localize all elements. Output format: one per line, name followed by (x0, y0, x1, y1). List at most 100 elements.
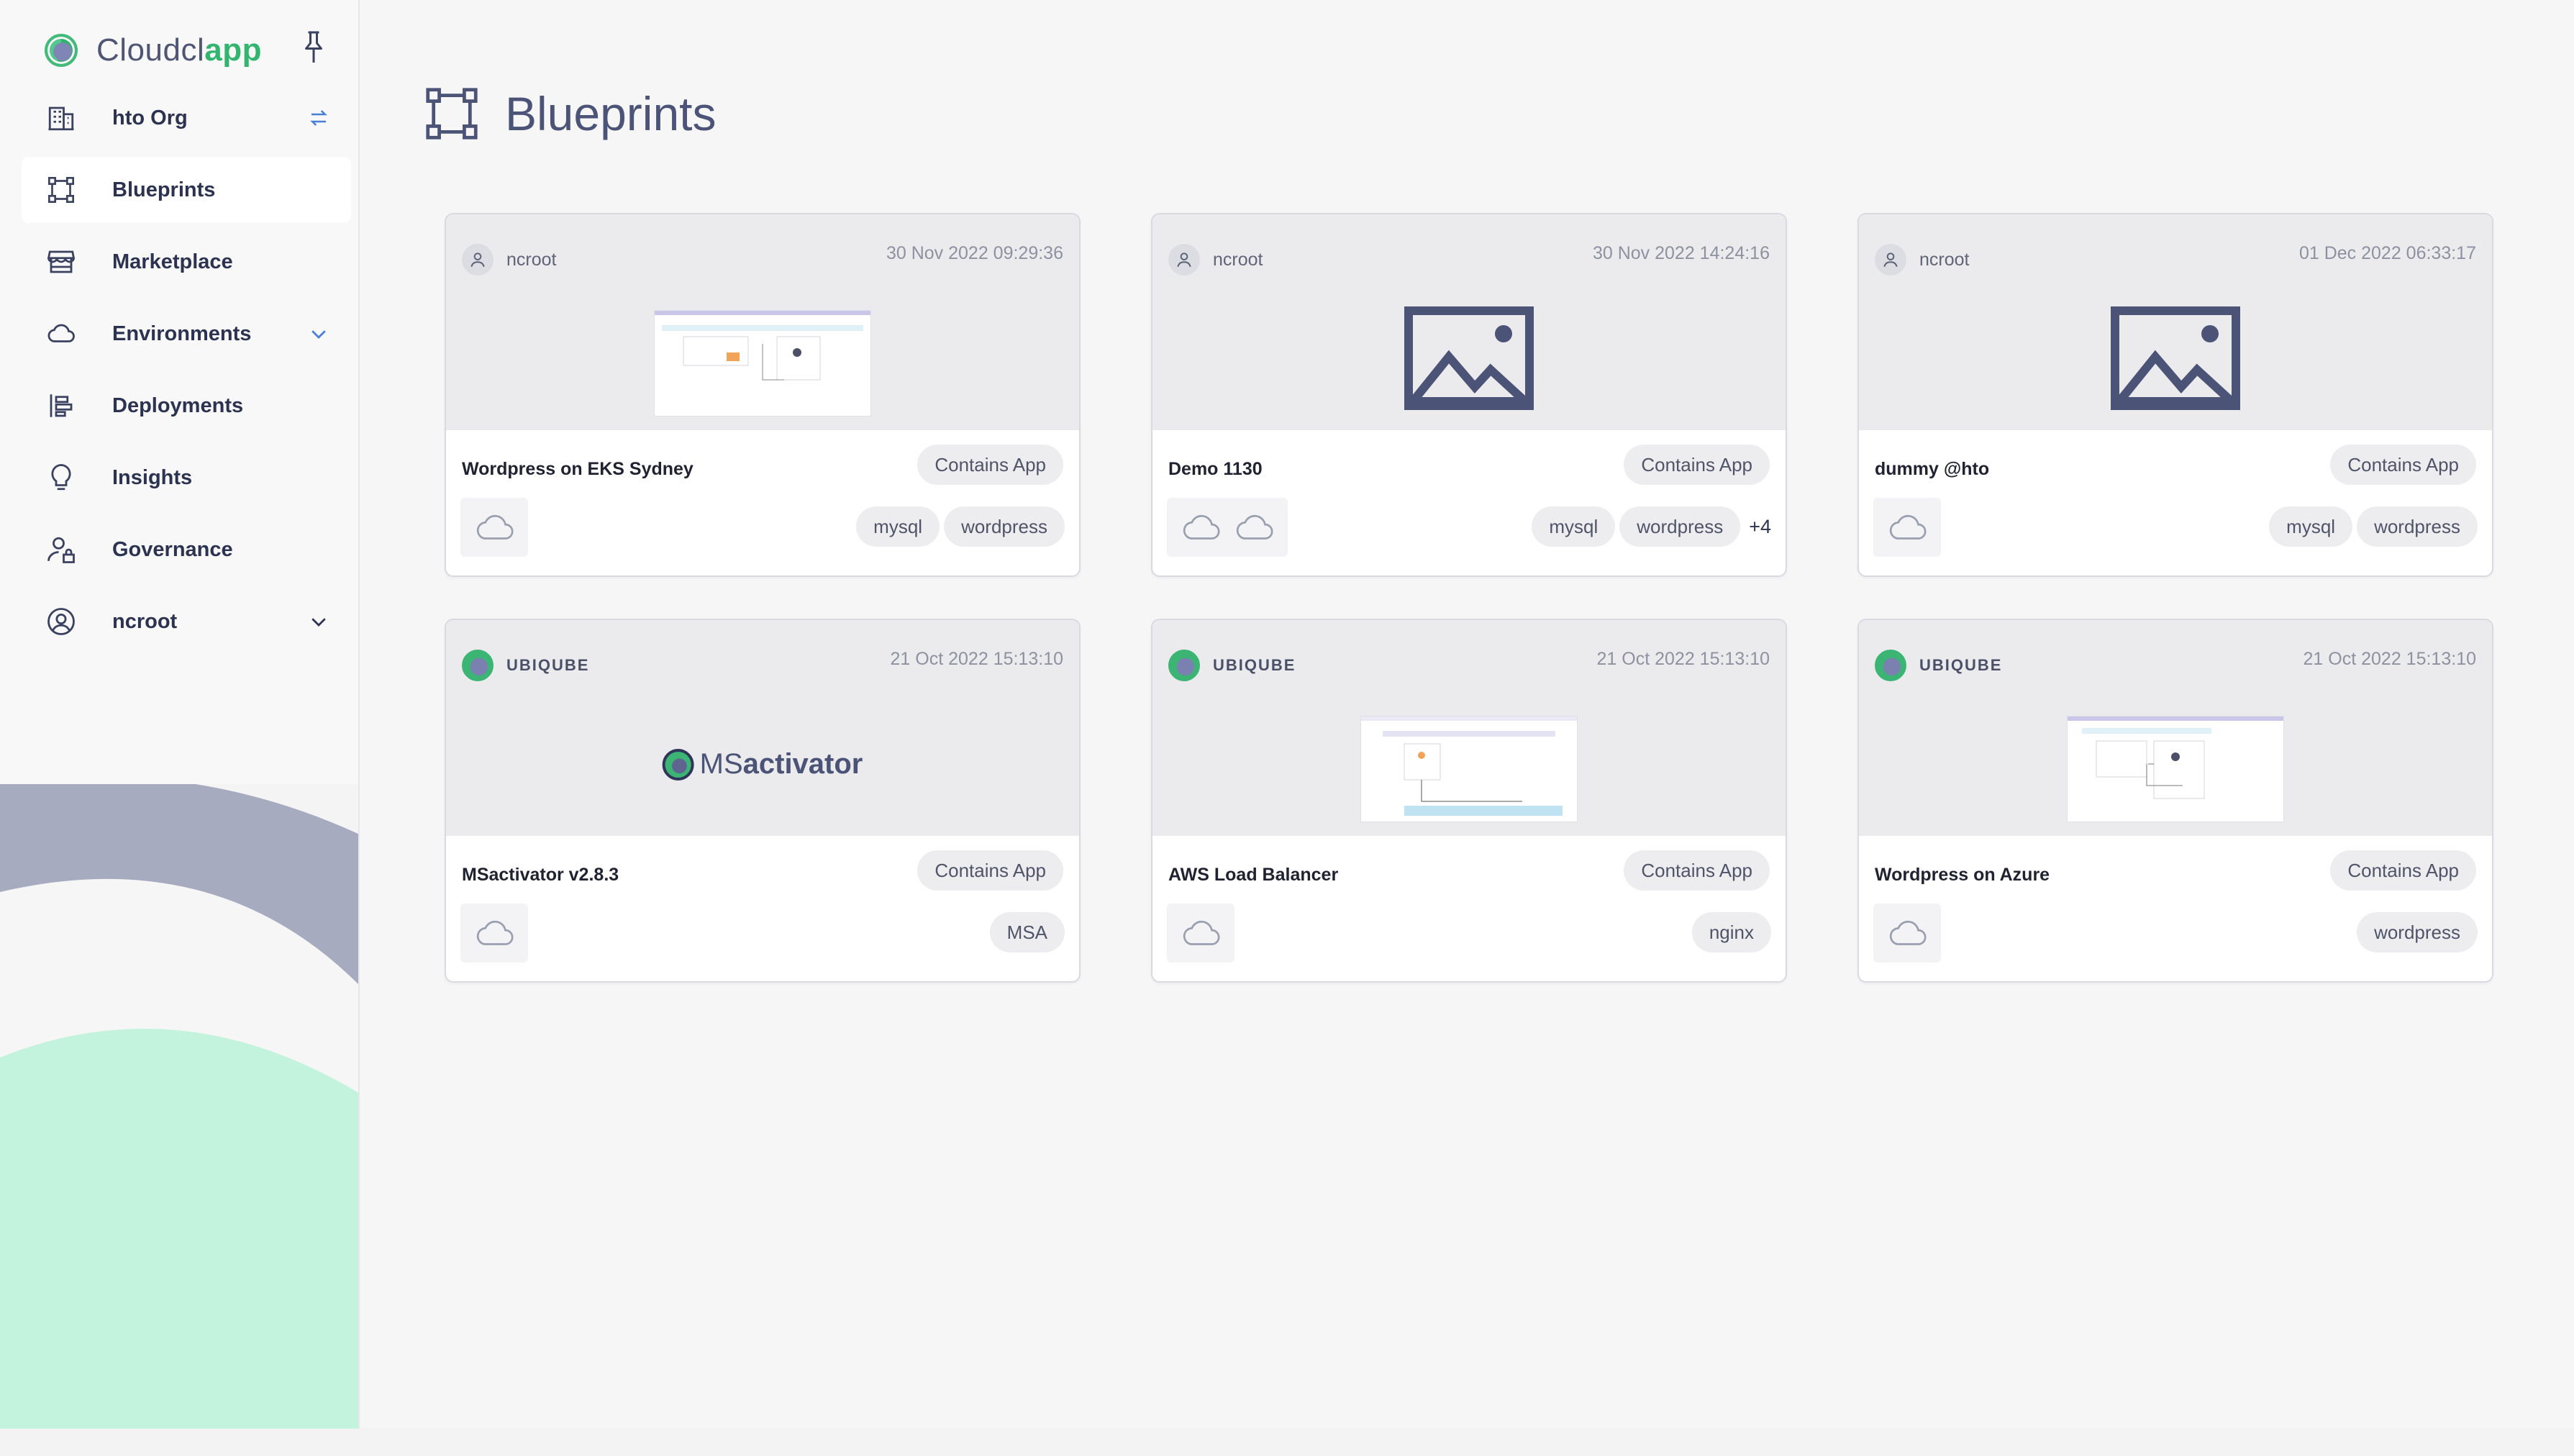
blueprint-card[interactable]: ncroot 30 Nov 2022 09:29:36 Wordpress on… (445, 213, 1081, 577)
contains-app-badge: Contains App (1624, 850, 1770, 891)
user-avatar-icon (462, 244, 494, 276)
card-date: 30 Nov 2022 14:24:16 (1592, 243, 1770, 263)
card-title: dummy @hto (1875, 459, 1990, 479)
card-date: 01 Dec 2022 06:33:17 (2298, 243, 2476, 263)
image-placeholder-icon (2111, 306, 2240, 410)
lightbulb-icon (45, 461, 78, 494)
user-circle-icon (45, 605, 78, 638)
sidebar-item-org[interactable]: hto Org (22, 85, 351, 151)
blueprint-card[interactable]: ncroot 30 Nov 2022 14:24:16 Demo 1130 Co… (1151, 213, 1787, 577)
window-bottom-edge (0, 1429, 2574, 1456)
chevron-down-icon[interactable] (306, 609, 331, 634)
card-tags: wordpress (2357, 912, 2478, 952)
card-tags: mysql wordpress +4 (1532, 506, 1771, 547)
contains-app-badge: Contains App (2330, 850, 2476, 891)
card-title: Wordpress on Azure (1875, 865, 2050, 885)
cloudclapp-logo-icon (45, 34, 78, 67)
blueprint-thumbnail (2068, 716, 2283, 822)
sidebar-item-blueprints[interactable]: Blueprints (22, 157, 351, 223)
deployments-icon (45, 389, 78, 422)
tag: wordpress (2357, 506, 2478, 547)
cloud-icon (476, 920, 514, 945)
card-tags: mysql wordpress (856, 506, 1065, 547)
cloud-providers (460, 904, 528, 963)
card-date: 21 Oct 2022 15:13:10 (2303, 649, 2476, 669)
ubiqube-logo-icon (1875, 650, 1906, 681)
cloud-providers (460, 498, 528, 557)
brand-name: Cloudclapp (96, 32, 262, 68)
card-title: AWS Load Balancer (1168, 865, 1339, 885)
more-tags-count[interactable]: +4 (1749, 516, 1771, 538)
card-owner: ncroot (1168, 243, 1263, 276)
sidebar-decoration (0, 784, 358, 1429)
user-avatar-icon (1168, 244, 1200, 276)
sidebar-item-marketplace[interactable]: Marketplace (22, 229, 351, 295)
tag: wordpress (2357, 912, 2478, 952)
page-title: Blueprints (505, 87, 717, 140)
card-tags: MSA (989, 912, 1065, 952)
blueprint-thumbnail (655, 311, 870, 416)
sidebar-item-environments[interactable]: Environments (22, 301, 351, 367)
cloud-icon (1236, 514, 1273, 540)
tag: nginx (1691, 912, 1771, 952)
store-icon (45, 245, 78, 278)
user-avatar-icon (1875, 244, 1906, 276)
cloud-icon (1889, 920, 1927, 945)
pin-icon[interactable] (301, 30, 327, 65)
cloud-icon (1889, 514, 1927, 540)
card-owner: ncroot (462, 243, 556, 276)
card-tags: nginx (1691, 912, 1771, 952)
msactivator-logo: MS activator (662, 748, 863, 781)
sidebar-item-governance[interactable]: Governance (22, 517, 351, 583)
chevron-down-icon[interactable] (306, 322, 331, 346)
blueprint-card[interactable]: UBIQUBE 21 Oct 2022 15:13:10 AWS Load Ba… (1151, 619, 1787, 983)
cloud-icon (1183, 920, 1220, 945)
card-owner: UBIQUBE (1168, 649, 1296, 682)
user-lock-icon (45, 533, 78, 566)
sidebar-item-user[interactable]: ncroot (22, 588, 351, 655)
ubiqube-logo-icon (462, 650, 494, 681)
cloud-icon (1183, 514, 1220, 540)
blueprint-card[interactable]: ncroot 01 Dec 2022 06:33:17 dummy @hto C… (1857, 213, 2493, 577)
blueprint-icon (45, 173, 78, 206)
cloud-providers (1873, 904, 1941, 963)
tag: mysql (1532, 506, 1616, 547)
brand[interactable]: Cloudclapp (45, 29, 262, 72)
cloud-providers (1873, 498, 1941, 557)
tag: wordpress (1619, 506, 1741, 547)
card-title: Demo 1130 (1168, 459, 1263, 479)
image-placeholder-icon (1404, 306, 1534, 410)
card-owner: UBIQUBE (462, 649, 589, 682)
blueprint-icon (426, 88, 478, 140)
card-title: MSactivator v2.8.3 (462, 865, 619, 885)
tag: wordpress (944, 506, 1065, 547)
blueprint-card[interactable]: UBIQUBE 21 Oct 2022 15:13:10 Wordpress o… (1857, 619, 2493, 983)
card-tags: mysql wordpress (2269, 506, 2478, 547)
contains-app-badge: Contains App (917, 850, 1063, 891)
card-title: Wordpress on EKS Sydney (462, 459, 693, 479)
tag: MSA (989, 912, 1065, 952)
msactivator-logo-icon (662, 748, 694, 781)
tag: mysql (856, 506, 940, 547)
card-date: 30 Nov 2022 09:29:36 (886, 243, 1063, 263)
cloud-icon (476, 514, 514, 540)
contains-app-badge: Contains App (2330, 445, 2476, 485)
sidebar-item-insights[interactable]: Insights (22, 445, 351, 511)
sidebar-item-deployments[interactable]: Deployments (22, 373, 351, 439)
contains-app-badge: Contains App (1624, 445, 1770, 485)
card-owner: UBIQUBE (1875, 649, 2002, 682)
building-icon (45, 101, 78, 135)
page-header: Blueprints (424, 85, 717, 142)
card-date: 21 Oct 2022 15:13:10 (1596, 649, 1770, 669)
contains-app-badge: Contains App (917, 445, 1063, 485)
switch-org-icon[interactable] (306, 106, 331, 130)
sidebar: Cloudclapp hto Org Blueprints Marketplac… (0, 0, 360, 1429)
blueprint-thumbnail (1361, 716, 1577, 822)
blueprint-card[interactable]: UBIQUBE 21 Oct 2022 15:13:10 MS activator… (445, 619, 1081, 983)
card-owner: ncroot (1875, 243, 1969, 276)
tag: mysql (2269, 506, 2353, 547)
card-date: 21 Oct 2022 15:13:10 (890, 649, 1063, 669)
cloud-providers (1167, 904, 1234, 963)
cloud-providers (1167, 498, 1288, 557)
cloud-icon (45, 317, 78, 350)
